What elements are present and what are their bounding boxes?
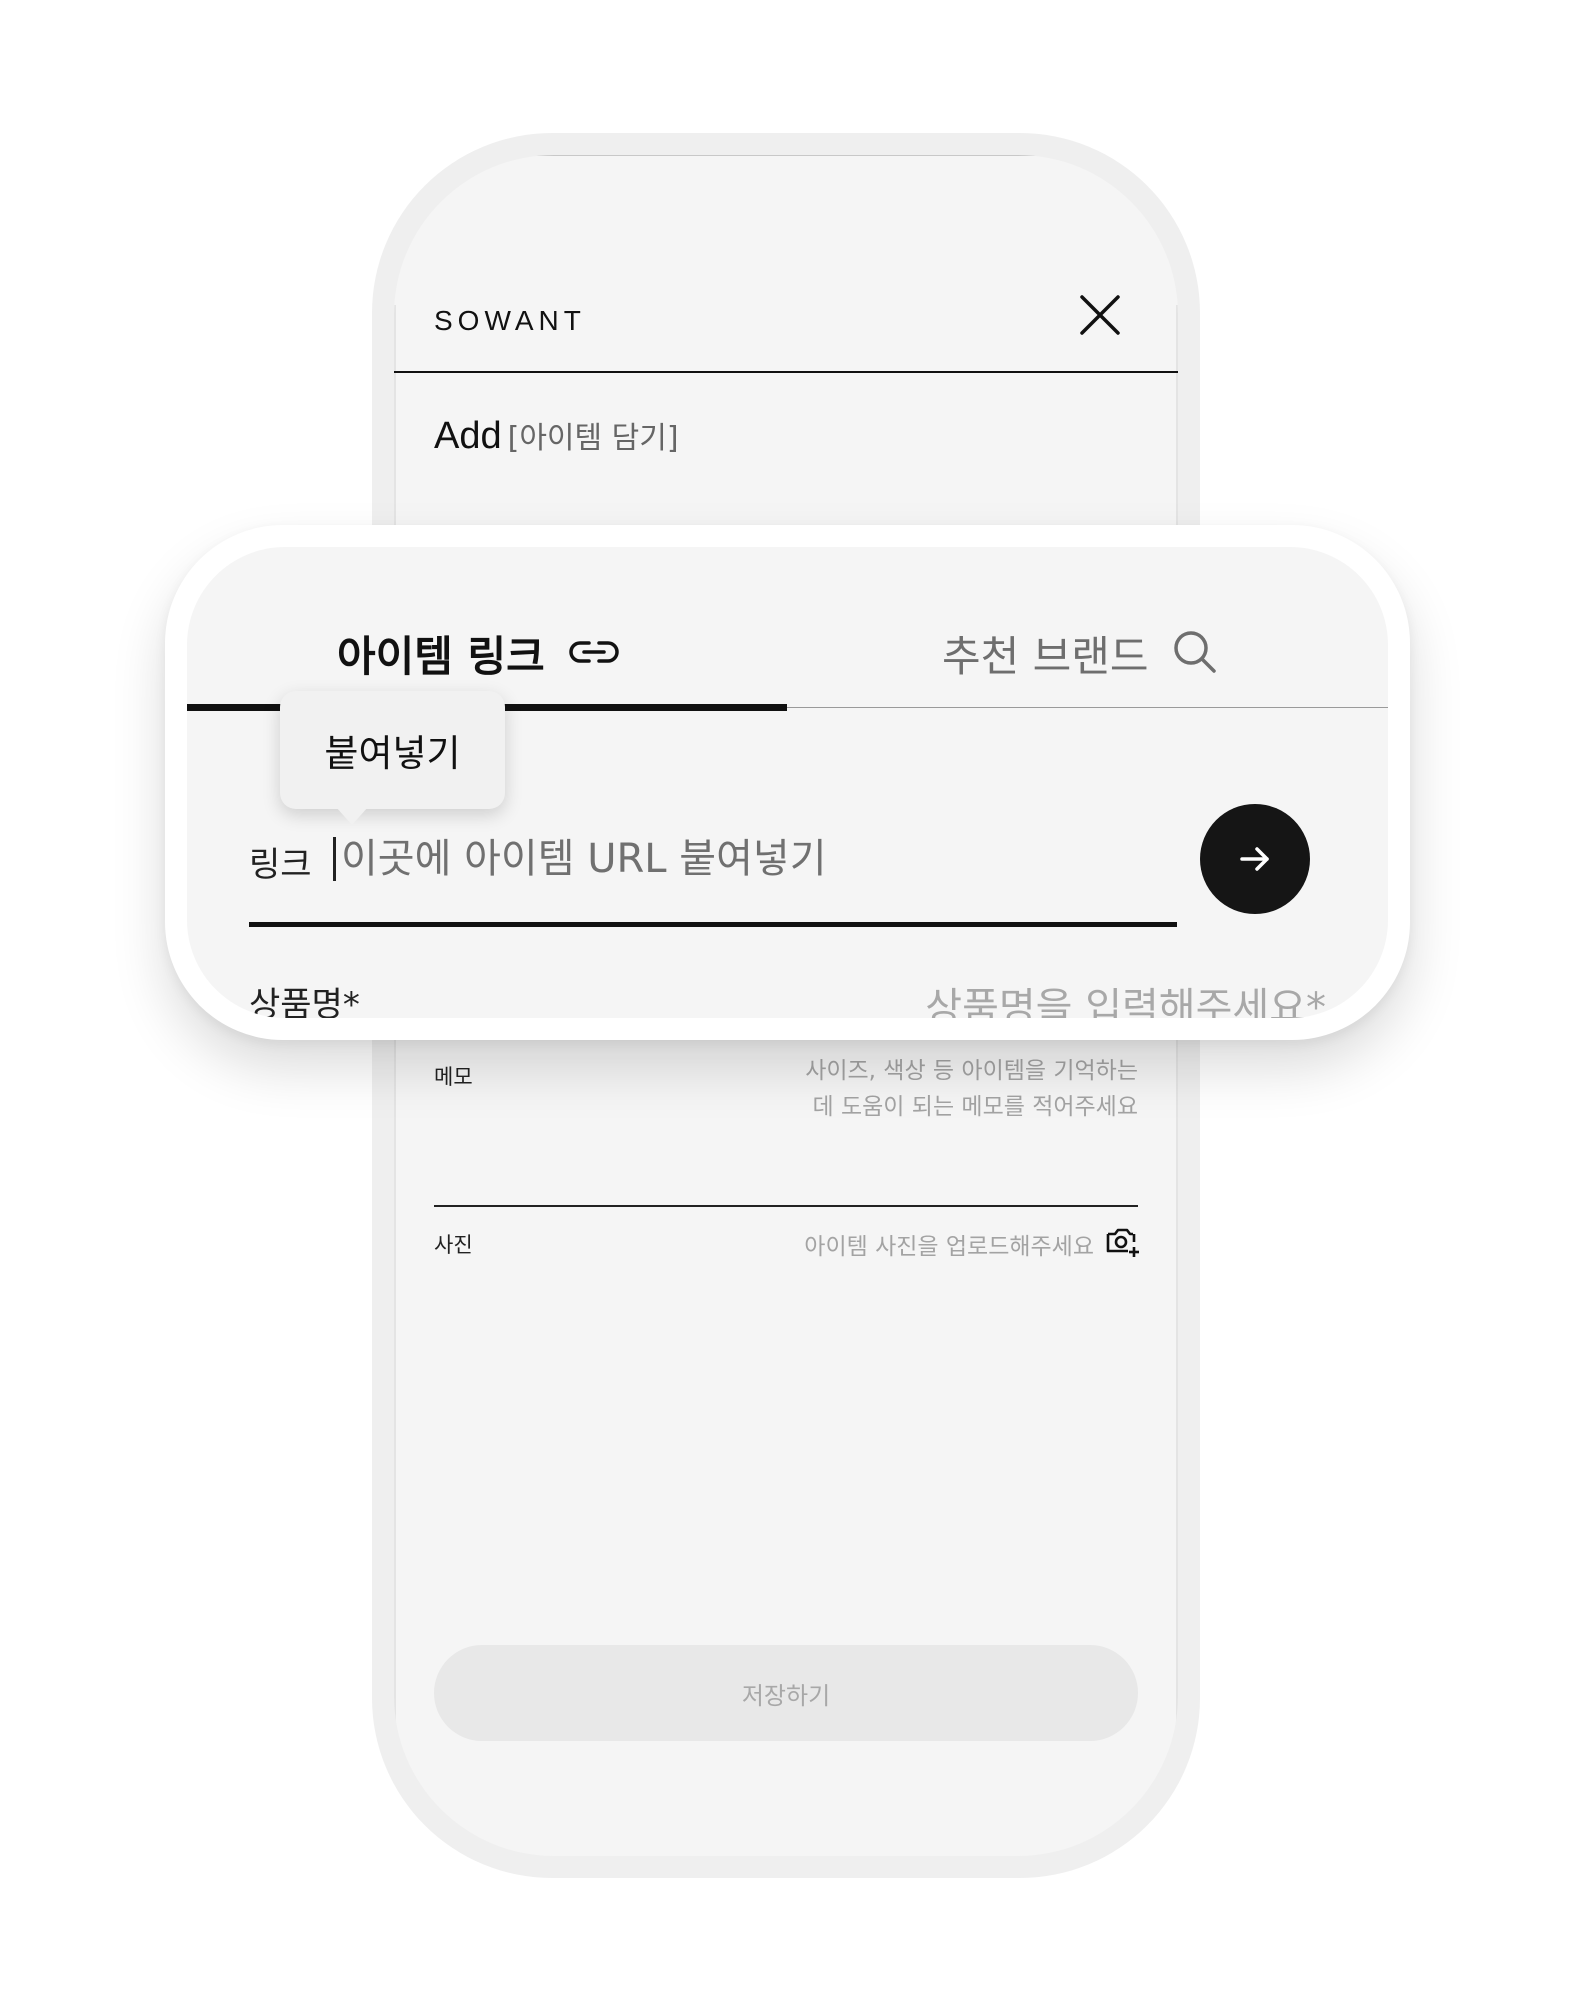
memo-input[interactable]: 사이즈, 색상 등 아이템을 기억하는 데 도움이 되는 메모를 적어주세요 (678, 1053, 1138, 1125)
link-icon (567, 634, 621, 674)
product-name-input[interactable]: 상품명을 입력해주세요* (925, 975, 1326, 1018)
memo-label: 메모 (434, 1065, 473, 1089)
memo-divider (434, 1205, 1138, 1207)
page-title-en: Add (434, 415, 502, 457)
tab-recommended-brand[interactable]: 추천 브랜드 (942, 623, 1219, 684)
link-input-underline (249, 922, 1177, 927)
page-title-ko: [아이템 담기] (507, 421, 679, 456)
arrow-right-icon (1240, 847, 1269, 871)
text-cursor (333, 837, 336, 881)
save-button[interactable]: 저장하기 (434, 1645, 1138, 1741)
top-divider (506, 155, 1066, 156)
tab-item-link[interactable]: 아이템 링크 (337, 623, 621, 684)
page-title: Add [아이템 담기] (434, 413, 679, 458)
url-input[interactable] (341, 829, 1101, 889)
link-label: 링크 (249, 845, 312, 885)
search-icon (1171, 628, 1219, 680)
memo-placeholder-line1: 사이즈, 색상 등 아이템을 기억하는 (805, 1058, 1138, 1084)
tab-recommended-brand-label: 추천 브랜드 (942, 632, 1149, 681)
camera-plus-icon (1106, 1228, 1139, 1257)
submit-link-button[interactable] (1200, 804, 1310, 914)
header-divider (394, 371, 1178, 373)
memo-placeholder-line2: 데 도움이 되는 메모를 적어주세요 (812, 1094, 1138, 1120)
close-button[interactable] (1070, 285, 1130, 345)
tab-item-link-label: 아이템 링크 (337, 632, 545, 681)
paste-tooltip[interactable]: 붙여넣기 (280, 691, 505, 825)
paste-tooltip-label: 붙여넣기 (324, 732, 461, 775)
photo-label: 사진 (434, 1233, 473, 1257)
photo-upload-button[interactable] (1104, 1223, 1140, 1259)
photo-upload-placeholder[interactable]: 아이템 사진을 업로드해주세요 (804, 1227, 1094, 1261)
brand-logo: SOWANT (434, 305, 586, 336)
product-name-label: 상품명* (249, 985, 360, 1018)
tooltip-pointer (336, 807, 368, 825)
close-icon (1080, 295, 1120, 335)
